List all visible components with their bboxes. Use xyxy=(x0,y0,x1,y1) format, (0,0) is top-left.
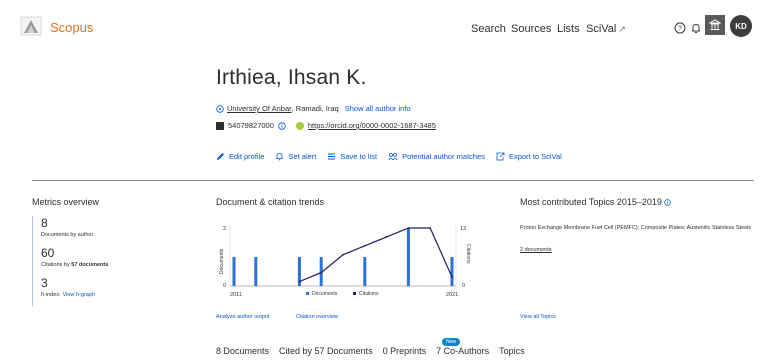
nav-lists[interactable]: Lists xyxy=(557,23,580,35)
legend-documents-label: Documents xyxy=(312,291,338,297)
citations-point-2018[interactable] xyxy=(385,236,388,238)
topic-documents-link[interactable]: 2 documents xyxy=(520,247,552,253)
citations-point-2021[interactable] xyxy=(451,276,453,278)
documents-metric: 8 Documents by author xyxy=(41,216,172,238)
citing-documents-count[interactable]: 57 documents xyxy=(71,262,108,268)
tab-topics[interactable]: Topics xyxy=(499,346,525,360)
potential-author-matches-label: Potential author matches xyxy=(402,152,486,161)
tab-preprints[interactable]: 0 Preprints xyxy=(383,346,427,360)
documents-bar-2012[interactable] xyxy=(254,257,258,286)
citations-label-text: Citations by xyxy=(41,262,70,268)
new-badge: New xyxy=(442,338,461,346)
x-tick-start: 2011 xyxy=(230,292,242,298)
citations-point-2019[interactable] xyxy=(407,227,410,229)
nav-sources[interactable]: Sources xyxy=(511,23,551,35)
y-right-tick-min: 0 xyxy=(462,283,465,289)
scopus-id-icon xyxy=(216,121,224,130)
author-ids-row: 54079827000 https://orcid.org/0000-0002-… xyxy=(216,121,436,130)
orcid-link[interactable]: https://orcid.org/0000-0002-1687-3485 xyxy=(308,121,436,130)
orcid-icon xyxy=(295,121,304,130)
legend-documents-swatch xyxy=(306,292,309,295)
user-avatar[interactable]: KD xyxy=(730,15,752,37)
nav-scival-label: SciVal xyxy=(586,23,617,35)
tab-cited-by[interactable]: Cited by 57 Documents xyxy=(279,346,373,360)
hindex-value: 3 xyxy=(41,276,48,290)
legend-citations-label: Citations xyxy=(359,291,379,297)
topics-title: Most contributed Topics 2015–2019 xyxy=(520,197,662,207)
users-icon xyxy=(388,153,398,161)
affiliation-row: University Of Anbar, Ramadi, Iraq Show a… xyxy=(216,104,411,113)
documents-bar-2017[interactable] xyxy=(363,257,367,286)
hindex-label-text: h-index: xyxy=(41,292,61,298)
save-to-list-button[interactable]: Save to list xyxy=(327,152,377,161)
info-icon[interactable] xyxy=(278,121,286,130)
author-id: 54079827000 xyxy=(228,121,274,130)
elsevier-logo-icon[interactable] xyxy=(20,16,42,36)
x-tick-end: 2021 xyxy=(446,292,458,298)
top-navigation-bar: Scopus Search Sources Lists SciVal ↗ ? KD xyxy=(0,0,782,56)
set-alert-button[interactable]: Set alert xyxy=(275,152,316,161)
tab-documents[interactable]: 8 Documents xyxy=(216,346,269,360)
topics-title-row: Most contributed Topics 2015–2019 xyxy=(520,197,672,207)
documents-bar-2011[interactable] xyxy=(232,257,236,286)
show-all-author-info-link[interactable]: Show all author info xyxy=(345,104,411,113)
nav-search[interactable]: Search xyxy=(471,23,506,35)
documents-label: Documents by author xyxy=(41,232,94,238)
analyze-author-output-link[interactable]: Analyze author output xyxy=(216,314,270,320)
external-link-icon: ↗ xyxy=(618,24,626,34)
edit-profile-label: Edit profile xyxy=(229,152,265,161)
citations-metric: 60 Citations by 57 documents xyxy=(41,246,172,268)
documents-bar-2019[interactable] xyxy=(406,228,410,286)
topic-name[interactable]: Proton Exchange Membrane Fuel Cell (PEMF… xyxy=(520,224,752,233)
results-tabs: 8 Documents Cited by 57 Documents 0 Prep… xyxy=(216,346,525,360)
trends-title: Document & citation trends xyxy=(216,197,325,207)
view-h-graph-link[interactable]: View h-graph xyxy=(63,292,95,298)
citations-axis-label: Citations xyxy=(465,244,471,264)
citations-point-2020[interactable] xyxy=(429,227,432,229)
citations-point-2015[interactable] xyxy=(320,271,323,274)
legend-citations-swatch xyxy=(353,292,356,295)
view-all-topics-link[interactable]: View all Topics xyxy=(520,314,556,320)
export-icon xyxy=(496,152,505,161)
y-left-tick-max: 2 xyxy=(223,226,226,232)
bell-icon xyxy=(276,153,284,161)
nav-scival[interactable]: SciVal ↗ xyxy=(586,23,626,35)
location-pin-icon xyxy=(216,104,224,113)
svg-text:?: ? xyxy=(678,25,682,32)
save-to-list-label: Save to list xyxy=(340,152,378,161)
affiliation-link[interactable]: University Of Anbar xyxy=(227,104,292,113)
tab-co-authors[interactable]: 7 Co-Authors xyxy=(436,346,489,360)
edit-profile-button[interactable]: Edit profile xyxy=(216,152,264,161)
citations-point-2014[interactable] xyxy=(298,280,301,283)
y-right-tick-max: 13 xyxy=(460,226,466,232)
hindex-metric: 3 h-index: View h-graph xyxy=(41,276,172,298)
pencil-icon xyxy=(217,153,224,160)
citations-point-2016[interactable] xyxy=(342,253,344,256)
document-citation-trends-chart: Documents Citations 2 0 13 0 2011 2021 D… xyxy=(219,226,471,298)
section-divider xyxy=(32,180,754,181)
list-icon xyxy=(328,153,336,160)
metrics-overview-title: Metrics overview xyxy=(32,197,100,207)
scopus-logo[interactable]: Scopus xyxy=(50,20,93,35)
export-to-scival-button[interactable]: Export to SciVal xyxy=(496,152,562,161)
institution-icon[interactable] xyxy=(705,15,725,35)
hindex-label: h-index: View h-graph xyxy=(41,292,172,298)
set-alert-label: Set alert xyxy=(288,152,317,161)
author-actions: Edit profile Set alert Save to list Pote… xyxy=(216,152,562,161)
info-icon[interactable] xyxy=(664,199,672,206)
author-name: Irthiea, Ihsan K. xyxy=(216,66,367,89)
export-to-scival-label: Export to SciVal xyxy=(509,152,562,161)
metrics-panel: 8 Documents by author 60 Citations by 57… xyxy=(32,216,172,306)
citations-count[interactable]: 60 xyxy=(41,246,172,260)
potential-author-matches-button[interactable]: Potential author matches xyxy=(388,152,485,161)
citations-point-2017[interactable] xyxy=(363,244,366,247)
documents-bar-2021[interactable] xyxy=(450,257,454,286)
citations-label: Citations by 57 documents xyxy=(41,262,172,268)
documents-count[interactable]: 8 xyxy=(41,216,172,230)
documents-axis-label: Documents xyxy=(219,248,225,274)
y-left-tick-min: 0 xyxy=(223,283,226,289)
bell-icon[interactable] xyxy=(686,18,706,38)
citation-overview-link[interactable]: Citation overview xyxy=(296,314,338,320)
affiliation-location: , Ramadi, Iraq xyxy=(291,104,339,113)
